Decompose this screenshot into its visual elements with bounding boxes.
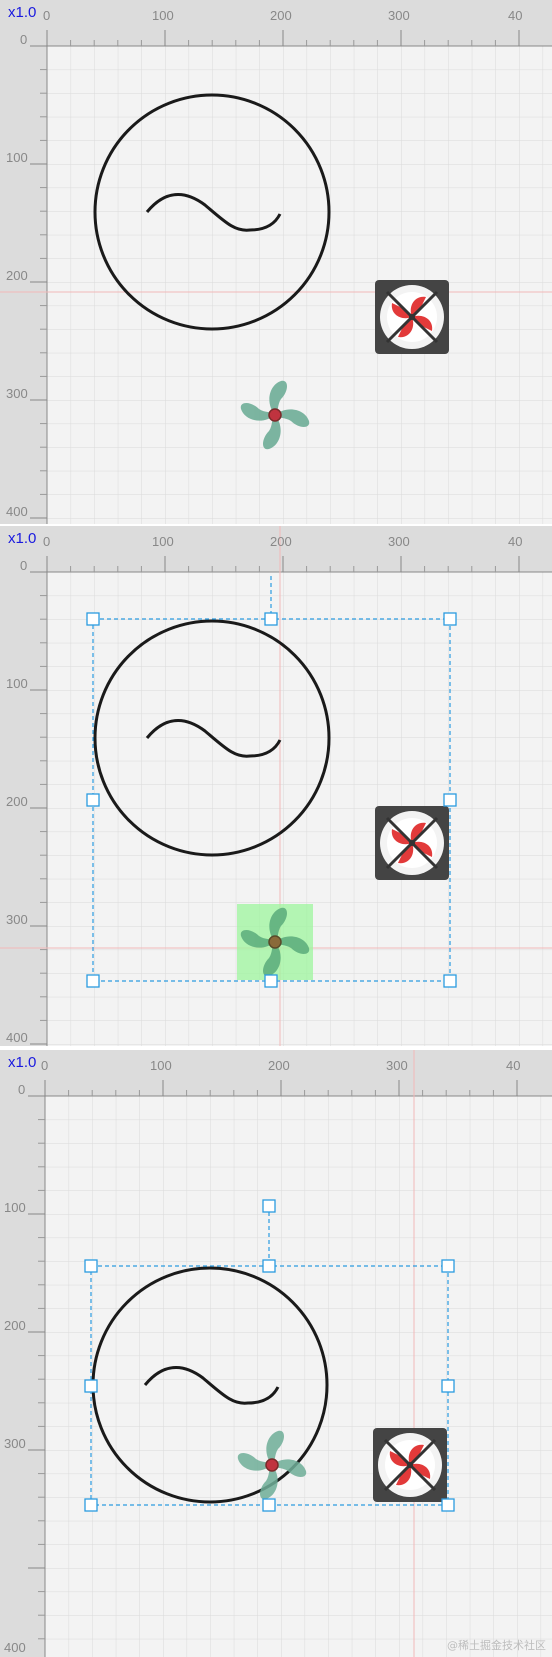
y-ruler-label: 200: [4, 1318, 26, 1333]
x-ruler-label: 300: [388, 534, 410, 549]
canvas-2[interactable]: [0, 526, 552, 1046]
resize-handle-w[interactable]: [84, 1379, 98, 1393]
left-ruler: [0, 1096, 45, 1657]
watermark: @稀土掘金技术社区: [447, 1639, 546, 1652]
y-ruler-label: 0: [20, 32, 28, 47]
left-ruler: [0, 46, 47, 524]
editor-panel-1: x1.0 0 100 200 300 40 0 100 200 300 400: [0, 0, 552, 524]
y-ruler-label: 300: [4, 1436, 26, 1451]
zoom-level-label: x1.0: [8, 530, 37, 547]
resize-handle-n[interactable]: [262, 1259, 276, 1273]
resize-handle-ne[interactable]: [443, 612, 457, 626]
top-ruler: [0, 1050, 552, 1096]
y-ruler-label: 0: [18, 1082, 26, 1097]
exhaust-fan[interactable]: [373, 1428, 447, 1502]
x-ruler-label: 40: [506, 1058, 521, 1073]
resize-handle-e[interactable]: [443, 793, 457, 807]
exhaust-fan[interactable]: [375, 280, 449, 354]
y-ruler-label: 100: [4, 1200, 26, 1215]
resize-handle-se[interactable]: [443, 974, 457, 988]
resize-handle-nw[interactable]: [86, 612, 100, 626]
x-ruler-label: 100: [152, 534, 174, 549]
x-ruler-label: 0: [43, 534, 51, 549]
exhaust-fan[interactable]: [375, 806, 449, 880]
resize-handle-w[interactable]: [86, 793, 100, 807]
x-ruler-label: 40: [508, 8, 523, 23]
x-ruler-label: 0: [41, 1058, 49, 1073]
x-ruler-label: 200: [270, 534, 292, 549]
y-ruler-label: 100: [6, 676, 28, 691]
x-ruler-label: 200: [268, 1058, 290, 1073]
y-ruler-label: 400: [4, 1640, 26, 1655]
x-ruler-label: 0: [43, 8, 51, 23]
resize-handle-ne[interactable]: [441, 1259, 455, 1273]
y-ruler-label: 0: [20, 558, 28, 573]
y-ruler-label: 100: [6, 150, 28, 165]
y-ruler-label: 300: [6, 386, 28, 401]
rotation-handle[interactable]: [262, 1199, 276, 1213]
resize-handle-sw[interactable]: [84, 1498, 98, 1512]
x-ruler-label: 40: [508, 534, 523, 549]
resize-handle-sw[interactable]: [86, 974, 100, 988]
y-ruler-label: 400: [6, 504, 28, 519]
x-ruler-label: 100: [150, 1058, 172, 1073]
editor-panel-3: x1.0 0 100 200 300 40 0 100 200 300 400 …: [0, 1050, 552, 1657]
resize-handle-s[interactable]: [262, 1498, 276, 1512]
canvas-3[interactable]: [0, 1050, 552, 1657]
top-ruler: [0, 0, 552, 46]
y-ruler-label: 200: [6, 268, 28, 283]
y-ruler-label: 300: [6, 912, 28, 927]
resize-handle-nw[interactable]: [84, 1259, 98, 1273]
top-ruler: [0, 526, 552, 572]
zoom-level-label: x1.0: [8, 1054, 37, 1071]
zoom-level-label: x1.0: [8, 4, 37, 21]
x-ruler-label: 100: [152, 8, 174, 23]
x-ruler-label: 300: [386, 1058, 408, 1073]
left-ruler: [0, 572, 47, 1046]
x-ruler-label: 300: [388, 8, 410, 23]
resize-handle-n[interactable]: [264, 612, 278, 626]
resize-handle-e[interactable]: [441, 1379, 455, 1393]
resize-handle-se[interactable]: [441, 1498, 455, 1512]
editor-panel-2: x1.0 0 100 200 300 40 0 100 200 300 400: [0, 526, 552, 1046]
y-ruler-label: 400: [6, 1030, 28, 1045]
resize-handle-s[interactable]: [264, 974, 278, 988]
canvas-1[interactable]: [0, 0, 552, 524]
x-ruler-label: 200: [270, 8, 292, 23]
y-ruler-label: 200: [6, 794, 28, 809]
